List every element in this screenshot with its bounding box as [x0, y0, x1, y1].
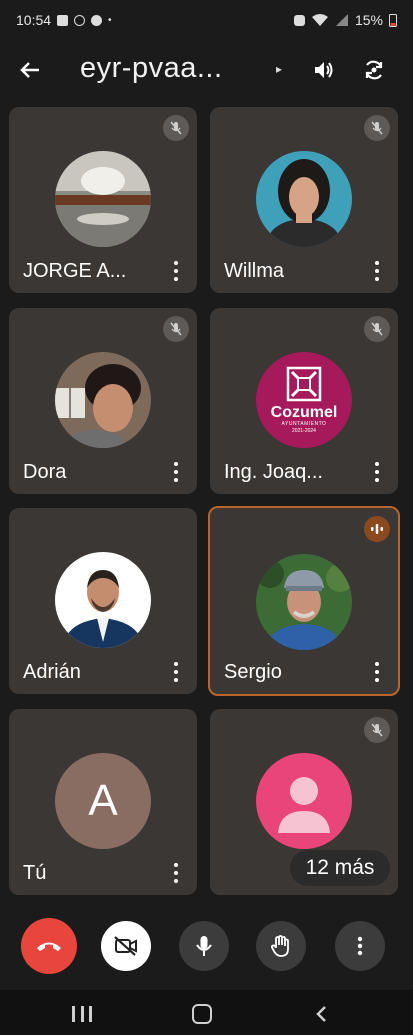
camera-off-icon	[114, 936, 137, 956]
status-bar: 10:54 • 15%	[0, 0, 413, 40]
back-button[interactable]	[14, 54, 46, 86]
more-options-icon[interactable]	[370, 462, 384, 482]
more-options-icon[interactable]	[169, 261, 183, 281]
raise-hand-button[interactable]	[256, 921, 306, 971]
status-time: 10:54	[16, 12, 52, 28]
battery-level: 15%	[354, 12, 383, 28]
cozumel-subtitle: AYUNTAMIENTO	[281, 421, 327, 427]
default-avatar	[256, 753, 352, 849]
back-arrow-icon	[20, 62, 39, 78]
participant-tile[interactable]: Willma	[210, 107, 398, 293]
more-vertical-icon	[357, 936, 363, 956]
more-options-icon[interactable]	[370, 662, 384, 682]
participant-name: Adrián	[23, 661, 81, 683]
mic-muted-icon	[364, 717, 390, 743]
battery-icon	[389, 14, 397, 27]
wifi-icon	[311, 14, 328, 26]
hand-icon	[270, 935, 289, 957]
chevron-right-icon[interactable]: ▸	[276, 62, 282, 76]
meeting-header: eyr-pvaa... ▸	[0, 42, 413, 98]
mic-muted-icon	[364, 115, 390, 141]
audio-level-icon	[364, 516, 390, 542]
more-participants-badge[interactable]: 12 más	[290, 850, 390, 886]
participant-avatar	[55, 352, 151, 448]
end-call-button[interactable]	[21, 918, 77, 974]
notification-icon	[57, 14, 69, 26]
notification-icon	[74, 14, 86, 26]
participant-avatar	[55, 552, 151, 648]
mic-muted-icon	[364, 316, 390, 342]
signal-icon	[335, 14, 348, 26]
more-options-icon[interactable]	[169, 462, 183, 482]
participant-name: JORGE A...	[23, 260, 127, 282]
more-options-icon[interactable]	[169, 662, 183, 682]
cozumel-emblem-icon	[286, 366, 322, 402]
cozumel-brand-text: Cozumel	[270, 404, 338, 421]
participant-tile[interactable]: Adrián	[9, 508, 197, 694]
more-options-icon[interactable]	[169, 863, 183, 883]
switch-camera-button[interactable]	[358, 54, 390, 86]
participant-name: Dora	[23, 461, 67, 483]
system-navigation-bar	[0, 990, 413, 1035]
participant-name: Sergio	[224, 661, 282, 683]
facebook-icon	[91, 14, 103, 26]
phone-hangup-icon	[37, 942, 61, 951]
participant-avatar	[256, 151, 352, 247]
switch-camera-icon	[365, 60, 383, 80]
call-controls	[0, 915, 413, 979]
participant-name: Ing. Joaq...	[224, 461, 323, 483]
speaker-button[interactable]	[308, 54, 340, 86]
participant-avatar	[55, 151, 151, 247]
home-button[interactable]	[192, 1004, 212, 1024]
speaker-icon	[315, 62, 333, 78]
more-options-icon[interactable]	[370, 261, 384, 281]
mic-muted-icon	[163, 316, 189, 342]
dot-icon: •	[108, 14, 112, 26]
more-options-button[interactable]	[335, 921, 385, 971]
alarm-icon	[293, 14, 305, 26]
participant-name: Willma	[224, 260, 284, 282]
microphone-icon	[196, 936, 212, 956]
participant-avatar: A	[55, 753, 151, 849]
mic-muted-icon	[163, 115, 189, 141]
participant-name: Tú	[23, 862, 47, 884]
avatar-initial: A	[88, 776, 118, 825]
recents-button[interactable]	[72, 1006, 92, 1022]
participant-avatar	[256, 554, 352, 650]
participant-tile[interactable]: Dora	[9, 308, 197, 494]
camera-toggle-button[interactable]	[101, 921, 151, 971]
cozumel-years: 2021-2024	[292, 428, 316, 434]
meeting-title[interactable]: eyr-pvaa...	[80, 52, 223, 85]
participant-tile[interactable]: Cozumel AYUNTAMIENTO 2021-2024 Ing. Joaq…	[210, 308, 398, 494]
participant-tile-self[interactable]: A Tú	[9, 709, 197, 895]
cozumel-logo: Cozumel AYUNTAMIENTO 2021-2024	[256, 352, 352, 448]
chevron-left-icon	[316, 1006, 326, 1022]
microphone-button[interactable]	[179, 921, 229, 971]
participant-tile-active-speaker[interactable]: Sergio	[208, 506, 400, 696]
participant-tile[interactable]: JORGE A...	[9, 107, 197, 293]
person-icon	[278, 777, 330, 833]
nav-back-button[interactable]	[312, 1004, 332, 1024]
